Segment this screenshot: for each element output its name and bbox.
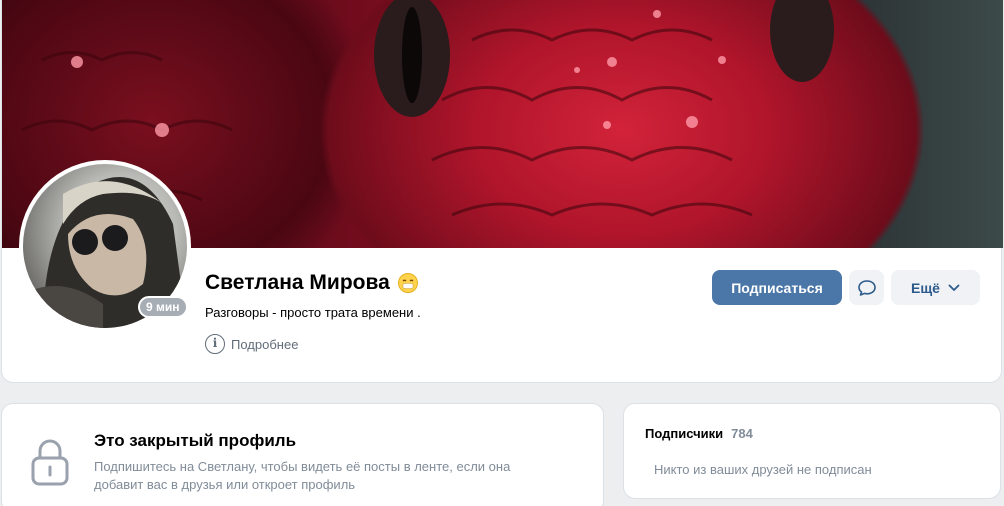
lock-icon bbox=[31, 439, 69, 486]
closed-profile-text: Подпишитесь на Светлану, чтобы видеть её… bbox=[94, 459, 511, 492]
closed-profile-card: Это закрытый профиль Подпишитесь на Свет… bbox=[1, 403, 604, 506]
subscribers-title: Подписчики bbox=[645, 426, 724, 441]
subscribers-empty-text: Никто из ваших друзей не подписан bbox=[654, 462, 872, 477]
subscribers-count: 784 bbox=[731, 426, 753, 441]
message-bubble-icon bbox=[857, 279, 876, 296]
subscribers-card[interactable]: Подписчики 784 Никто из ваших друзей не … bbox=[623, 403, 1001, 499]
message-button[interactable] bbox=[849, 270, 884, 305]
info-icon: i bbox=[205, 334, 225, 354]
more-label: Ещё bbox=[911, 279, 940, 296]
name-row: Светлана Мирова bbox=[205, 271, 418, 295]
details-link[interactable]: i Подробнее bbox=[205, 334, 298, 354]
more-button[interactable]: Ещё bbox=[891, 270, 980, 305]
closed-profile-title: Это закрытый профиль bbox=[94, 431, 297, 450]
chevron-down-icon bbox=[948, 284, 960, 291]
details-label: Подробнее bbox=[231, 336, 299, 352]
smiling-emoji-icon[interactable] bbox=[397, 273, 418, 293]
profile-status: Разговоры - просто трата времени . bbox=[205, 305, 421, 320]
subscribe-button[interactable]: Подписаться bbox=[712, 270, 842, 305]
subscribers-header[interactable]: Подписчики 784 bbox=[645, 426, 753, 441]
profile-name: Светлана Мирова bbox=[205, 271, 390, 294]
online-time-badge: 9 мин bbox=[138, 296, 188, 318]
